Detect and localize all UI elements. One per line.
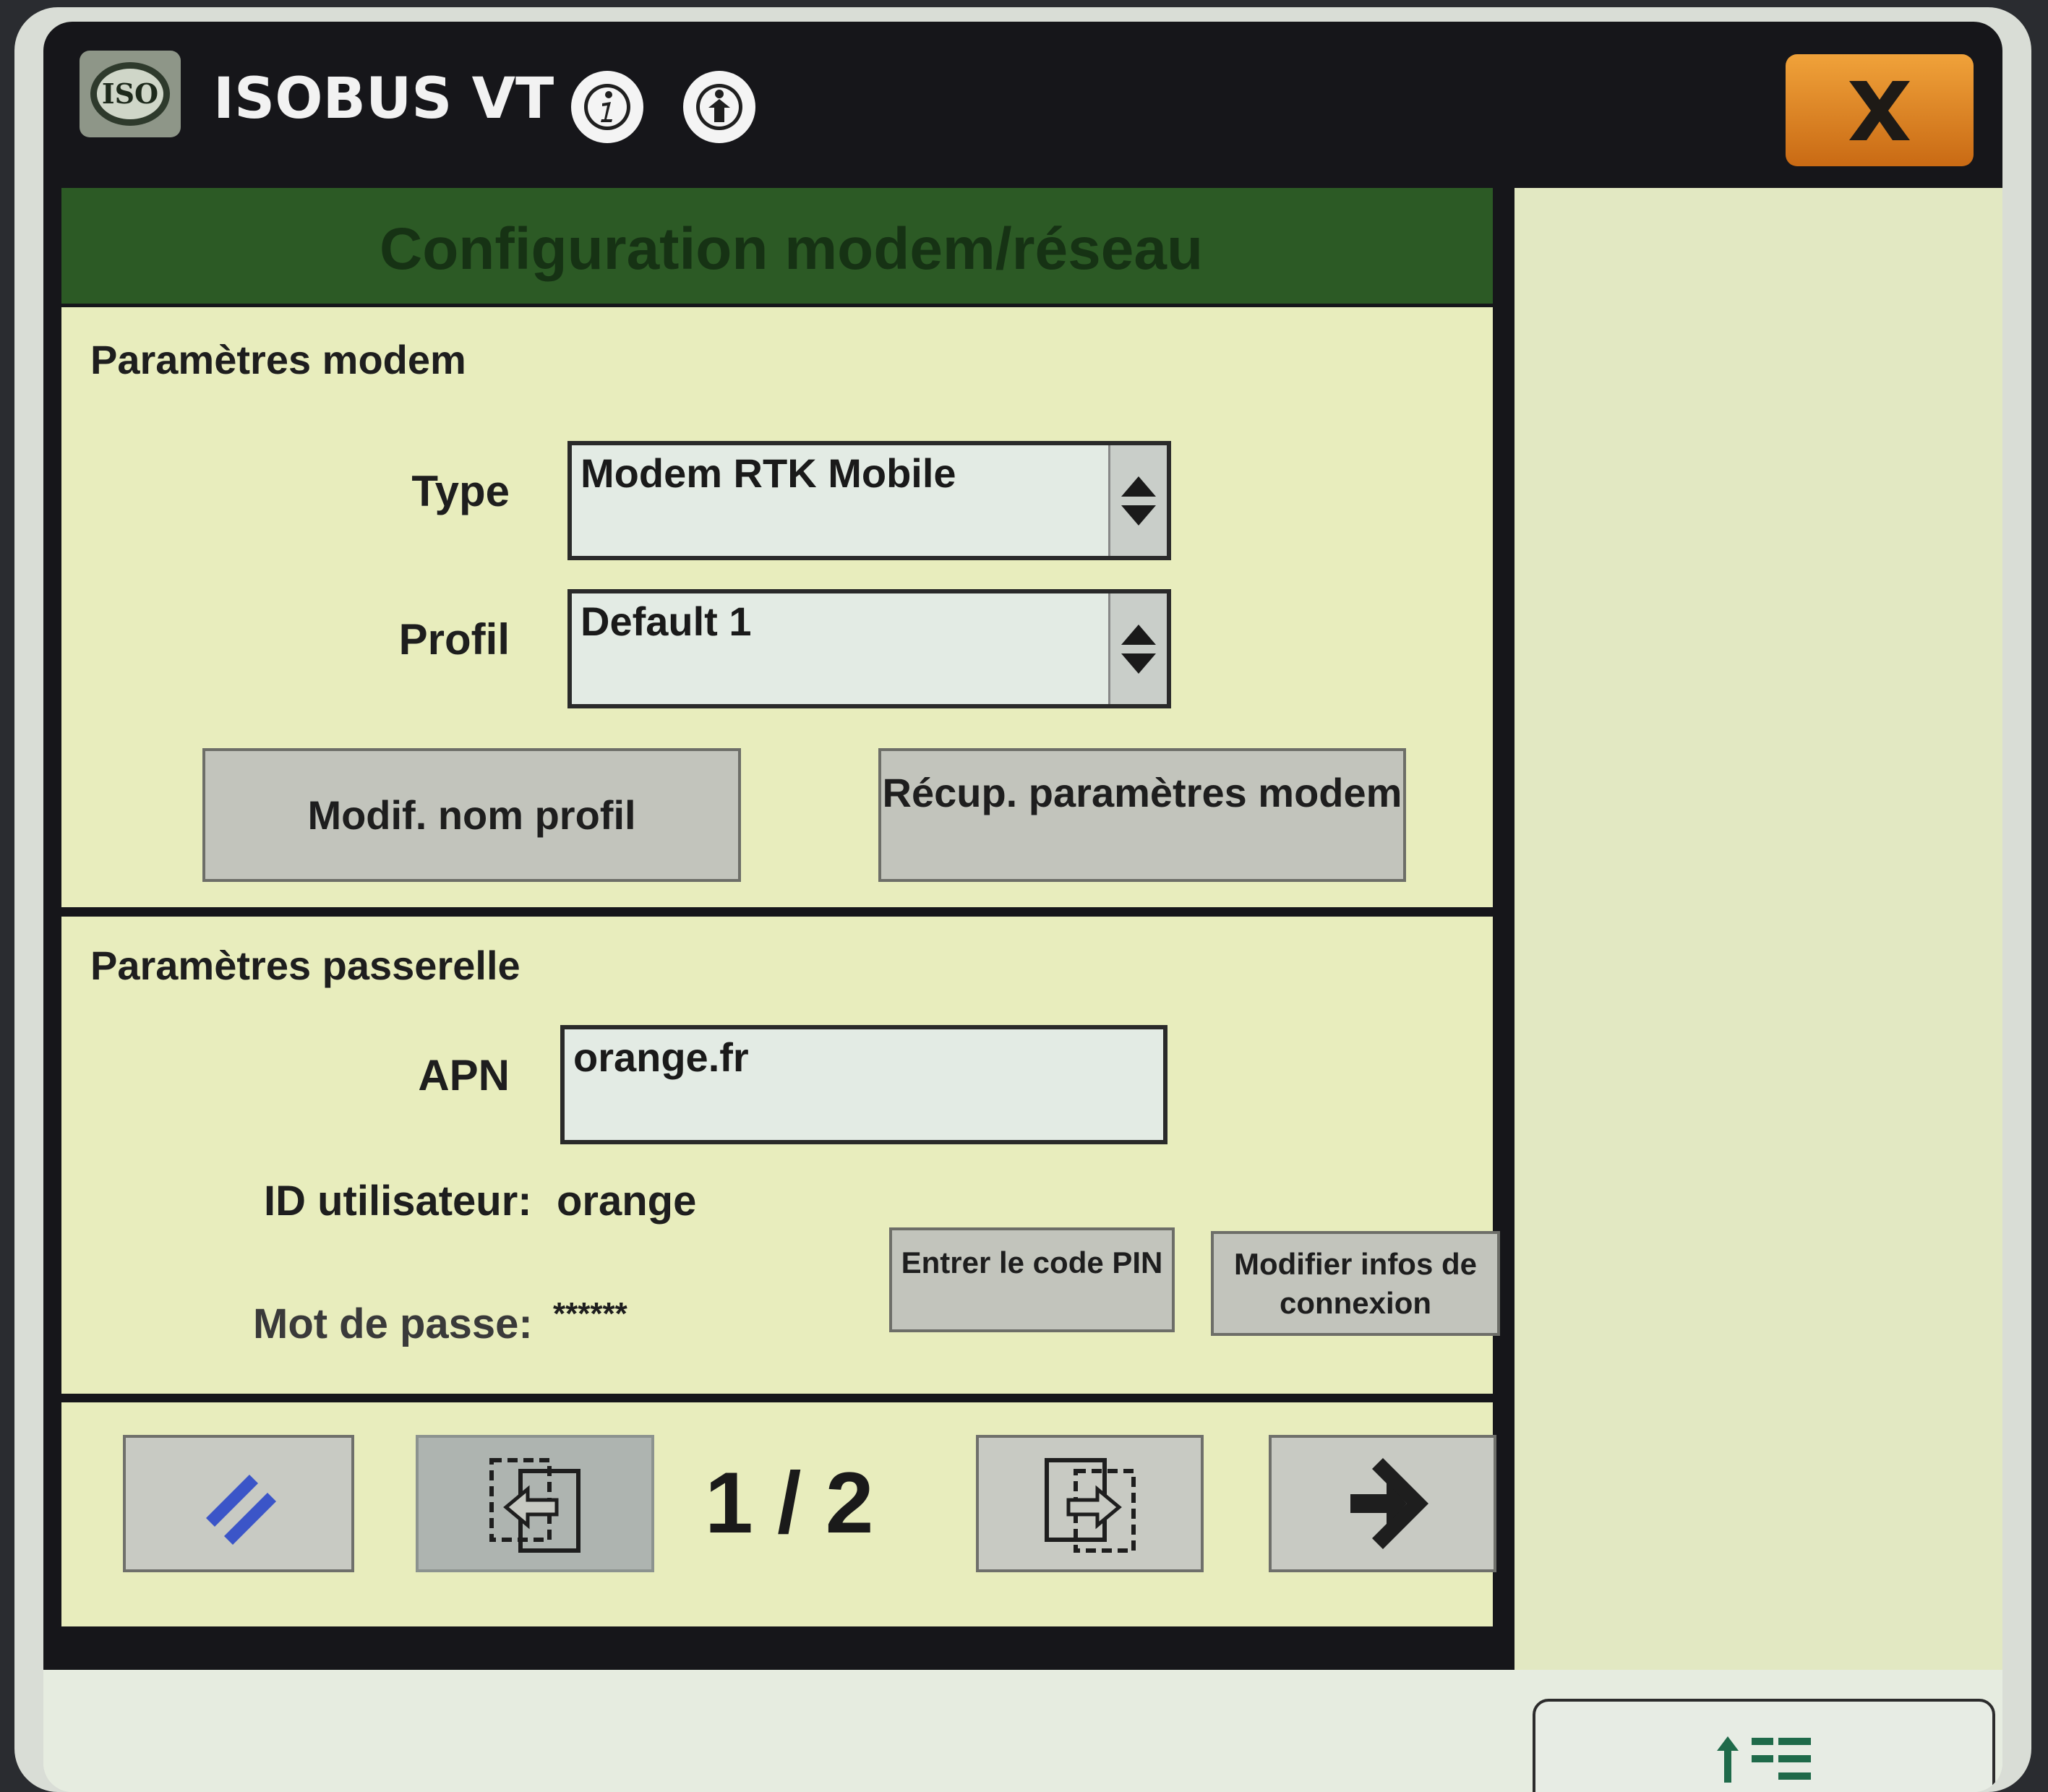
svg-text:ISO: ISO <box>102 77 158 110</box>
profile-select-value: Default 1 <box>580 599 752 644</box>
iso-logo: ISO <box>80 51 181 137</box>
type-label: Type <box>411 467 510 515</box>
navigation-bar: 1 / 2 <box>61 1402 1496 1626</box>
side-panel <box>1511 188 2002 1670</box>
dialog: Configuration modem/réseau Paramètres mo… <box>43 188 1514 1670</box>
page-back-button[interactable] <box>416 1435 654 1572</box>
apn-label: APN <box>418 1051 510 1099</box>
title-bar: ISO ISOBUS VT <box>43 22 2002 188</box>
user-id-label: ID utilisateur: <box>264 1178 532 1225</box>
page-forward-icon <box>1044 1458 1136 1553</box>
password-label: Mot de passe: <box>253 1300 533 1347</box>
upload-list-icon <box>1717 1736 1811 1783</box>
dialog-title: Configuration modem/réseau <box>380 216 1204 282</box>
app-title: ISOBUS VT <box>213 67 554 132</box>
page-forward-button[interactable] <box>976 1435 1204 1572</box>
rename-profile-button[interactable]: Modif. nom profil <box>202 748 741 882</box>
modem-section-heading: Paramètres modem <box>90 337 466 382</box>
close-button[interactable] <box>1786 54 1974 166</box>
profile-label: Profil <box>398 615 510 664</box>
user-id-value: orange <box>557 1178 697 1225</box>
page-back-icon <box>489 1458 580 1553</box>
person-info-icon[interactable] <box>683 71 755 143</box>
bottom-softkey-bar <box>43 1670 2002 1792</box>
close-icon <box>1849 80 1910 140</box>
fetch-modem-settings-button[interactable]: Récup. paramètres modem <box>878 748 1406 882</box>
gateway-settings-section: Paramètres passerelle APN orange.fr ID u… <box>61 917 1500 1394</box>
enter-icon <box>1350 1458 1428 1549</box>
password-value: ****** <box>553 1296 627 1332</box>
cancel-icon <box>206 1475 276 1545</box>
upload-list-softkey[interactable] <box>1533 1699 1995 1792</box>
edit-connection-button[interactable]: Modifier infos de connexion <box>1211 1231 1500 1336</box>
page-indicator: 1 / 2 <box>705 1454 874 1551</box>
dialog-header: Configuration modem/réseau <box>61 188 1493 304</box>
gateway-section-heading: Paramètres passerelle <box>90 943 520 988</box>
apn-input-value: orange.fr <box>573 1034 749 1080</box>
profile-select[interactable]: Default 1 <box>567 589 1171 708</box>
cancel-button[interactable] <box>123 1435 354 1572</box>
modem-settings-section: Paramètres modem Type Modem RTK Mobile P… <box>61 307 1493 907</box>
profile-spin-arrows-icon[interactable] <box>1108 593 1167 704</box>
type-select-value: Modem RTK Mobile <box>580 450 956 496</box>
terminal-screen: ISO ISOBUS VT Configuration modem/réseau… <box>43 22 2002 1792</box>
enter-pin-button[interactable]: Entrer le code PIN <box>889 1227 1175 1332</box>
apn-input[interactable]: orange.fr <box>560 1025 1167 1144</box>
info-icon[interactable] <box>571 71 643 143</box>
enter-button[interactable] <box>1269 1435 1496 1572</box>
type-select[interactable]: Modem RTK Mobile <box>567 441 1171 560</box>
type-spin-arrows-icon[interactable] <box>1108 445 1167 556</box>
